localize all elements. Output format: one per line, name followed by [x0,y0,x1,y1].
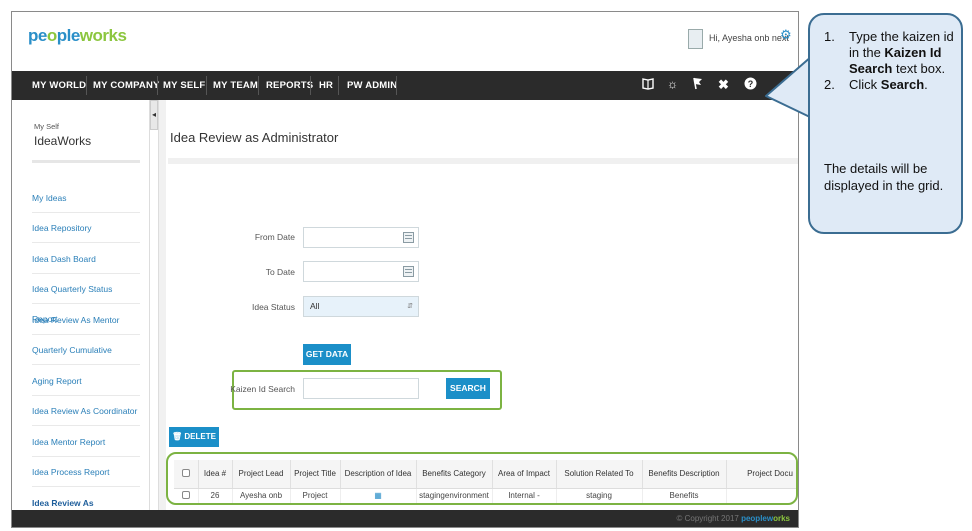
nav-divider [338,76,339,95]
column-header[interactable]: Benefits Category [416,460,493,489]
from-date-field[interactable] [303,227,419,248]
kaizen-id-search-input[interactable] [303,378,419,399]
instruction-note: The details will be displayed in the gri… [824,161,944,193]
to-date-label: To Date [265,267,295,277]
nav-reports[interactable]: REPORTS [266,71,313,100]
sidebar-divider [32,160,140,163]
column-header[interactable]: Project Docu [726,460,796,489]
tools-icon[interactable]: ✖ [718,77,729,93]
instruction-callout: 1. Type the kaizen id in the Kaizen Id S… [808,13,963,234]
footer: © Copyright 2017 peopleworks [12,510,798,527]
sidebar-item-idea-dash-board[interactable]: Idea Dash Board [32,244,140,274]
delete-button[interactable]: 🗑 DELETE [169,427,219,447]
sidebar-item-quarterly-cumulative[interactable]: Quarterly Cumulative [32,335,140,365]
grid-header-row: Idea # Project Lead Project Title Descri… [174,460,796,489]
help-icon[interactable]: ? [744,77,757,93]
nav-hr[interactable]: HR [319,71,333,100]
column-header[interactable]: Area of Impact [492,460,557,489]
table-cell [726,488,796,503]
column-header[interactable]: Project Title [290,460,341,489]
row-checkbox-cell [174,488,199,503]
sidebar-item-idea-repository[interactable]: Idea Repository [32,213,140,243]
table-cell: Internal - [492,488,557,503]
sidebar-item-review-as-coordinator[interactable]: Idea Review As Coordinator [32,396,140,426]
table-cell: stagingenvironment [416,488,493,503]
table-cell: Ayesha onb [232,488,291,503]
app-screenshot: peopleworks Hi, Ayesha onb next ⚙ MY WOR… [11,11,799,528]
nav-pw-admin[interactable]: PW ADMIN [347,71,397,100]
nav-divider [310,76,311,95]
delete-label: DELETE [184,432,216,441]
main-navbar: MY WORLD MY COMPANY MY SELF MY TEAM REPO… [12,71,798,100]
column-header[interactable]: Benefits Description [642,460,727,489]
calendar-icon[interactable] [403,266,414,277]
table-cell: ▦ [340,488,417,503]
table-row: 26 Ayesha onb Project ▦ stagingenvironme… [174,488,796,503]
nav-divider [206,76,207,95]
results-grid-highlight: Idea # Project Lead Project Title Descri… [166,452,798,505]
nav-divider [396,76,397,95]
copyright-text: © Copyright 2017 peopleworks [676,514,790,523]
nav-my-team[interactable]: MY TEAM [213,71,258,100]
instruction-steps: 1. Type the kaizen id in the Kaizen Id S… [824,29,954,93]
top-header: peopleworks Hi, Ayesha onb next ⚙ [12,12,798,67]
to-date-field[interactable] [303,261,419,282]
sidebar-scrollbar[interactable] [158,100,166,510]
sidebar-item-mentor-report[interactable]: Idea Mentor Report [32,427,140,457]
from-date-label: From Date [254,232,295,242]
column-header[interactable]: Solution Related To [556,460,643,489]
svg-text:?: ? [748,79,754,89]
gear-icon[interactable]: ⚙ [780,27,792,43]
page-title: Idea Review as Administrator [170,130,339,145]
sidebar-collapse-toggle[interactable]: ◂ [150,100,158,130]
lightbulb-icon[interactable]: ☼ [667,77,678,91]
sidebar: My Self IdeaWorks My Ideas Idea Reposito… [12,100,150,510]
column-header[interactable]: Project Lead [232,460,291,489]
footer-logo: peoplew [741,514,774,523]
book-icon[interactable] [642,77,654,93]
idea-status-select[interactable]: All ⇵ [303,296,419,317]
nav-my-self[interactable]: MY SELF [163,71,205,100]
results-grid: Idea # Project Lead Project Title Descri… [174,460,796,503]
row-checkbox[interactable] [181,490,190,499]
nav-divider [258,76,259,95]
document-icon[interactable]: ▦ [374,491,382,500]
table-cell: Benefits [642,488,727,503]
select-all-checkbox-cell [174,460,199,489]
nav-divider [157,76,158,95]
nav-my-world[interactable]: MY WORLD [32,71,86,100]
column-header[interactable]: Description of Idea [340,460,417,489]
instruction-step-2: 2. Click Search. [824,77,928,92]
idea-id-link[interactable]: 26 [198,488,233,503]
title-divider [168,158,798,164]
sidebar-breadcrumb: My Self [34,122,60,131]
table-cell: staging [556,488,643,503]
kaizen-id-label: Kaizen Id Search [230,384,295,394]
search-button[interactable]: SEARCH [446,378,490,399]
calendar-icon[interactable] [403,232,414,243]
idea-status-label: Idea Status [251,302,295,312]
sidebar-item-quarterly-status-report[interactable]: Idea Quarterly Status Report [32,274,140,324]
peopleworks-logo[interactable]: peopleworks [28,26,127,46]
select-all-checkbox[interactable] [181,468,190,477]
column-header[interactable]: Idea # [198,460,233,489]
sidebar-item-process-report[interactable]: Idea Process Report [32,457,140,487]
sidebar-item-review-as-mentor[interactable]: Idea Review As Mentor [32,305,140,335]
instruction-step-1: 1. Type the kaizen id in the Kaizen Id S… [824,29,954,76]
user-greeting[interactable]: Hi, Ayesha onb next [709,33,789,43]
flag-icon[interactable] [692,77,704,93]
sidebar-item-aging-report[interactable]: Aging Report [32,366,140,396]
sidebar-title: IdeaWorks [34,134,92,148]
avatar[interactable] [688,29,703,49]
nav-divider [86,76,87,95]
nav-my-company[interactable]: MY COMPANY [93,71,160,100]
idea-status-value: All [310,301,320,311]
get-data-button[interactable]: GET DATA [303,344,351,365]
trash-icon: 🗑 [172,432,183,441]
chevron-updown-icon: ⇵ [407,303,413,310]
sidebar-item-my-ideas[interactable]: My Ideas [32,183,140,213]
table-cell: Project [290,488,341,503]
